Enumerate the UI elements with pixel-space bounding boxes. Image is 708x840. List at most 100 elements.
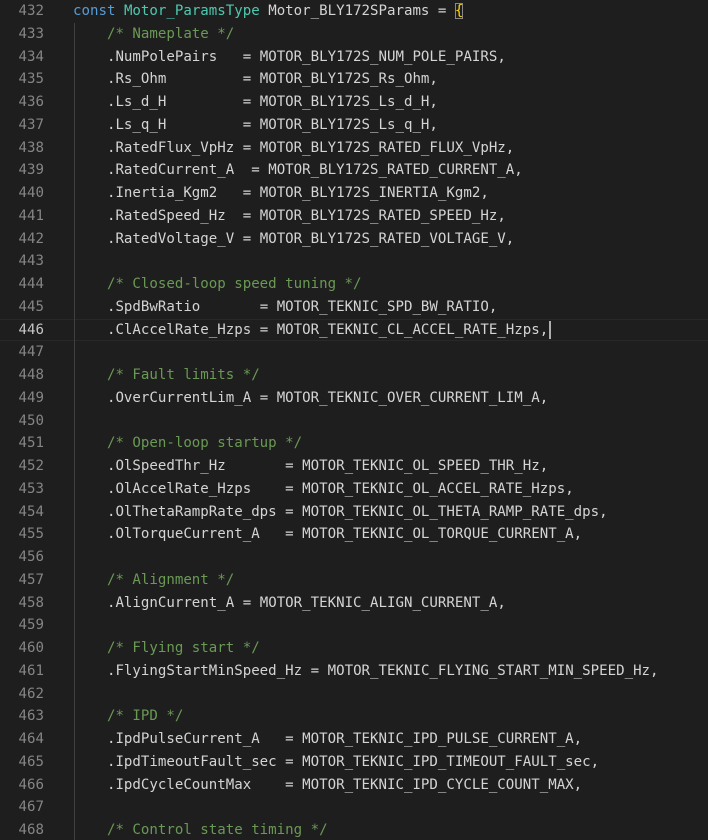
code-line[interactable]: 467 [0, 796, 708, 819]
alignment-padding [234, 231, 243, 247]
code-line[interactable]: 461 .FlyingStartMinSpeed_Hz = MOTOR_TEKN… [0, 659, 708, 683]
macro-value: MOTOR_BLY172S_INERTIA_Kgm2 [259, 185, 481, 201]
code-content: .OlTorqueCurrent_A = MOTOR_TEKNIC_OL_TOR… [73, 523, 582, 546]
line-number: 450 [18, 412, 44, 429]
code-line[interactable]: 468 /* Control state timing */ [0, 819, 708, 840]
code-line[interactable]: 459 [0, 614, 708, 637]
code-line[interactable]: 444 /* Closed-loop speed tuning */ [0, 273, 708, 296]
code-content: .Ls_d_H = MOTOR_BLY172S_Ls_d_H, [73, 91, 438, 114]
code-line[interactable]: 445 .SpdBwRatio = MOTOR_TEKNIC_SPD_BW_RA… [0, 295, 708, 319]
macro-value: MOTOR_TEKNIC_CL_ACCEL_RATE_Hzps [276, 321, 540, 338]
line-number: 452 [18, 458, 44, 474]
struct-member: .RatedCurrent_A [106, 162, 235, 179]
code-line[interactable]: 454 .OlThetaRampRate_dps = MOTOR_TEKNIC_… [0, 500, 708, 524]
struct-member: .AlignCurrent_A [106, 594, 235, 611]
struct-member: .SpdBwRatio [106, 298, 201, 315]
code-line[interactable]: 436 .Ls_d_H = MOTOR_BLY172S_Ls_d_H, [0, 91, 708, 114]
code-line-header[interactable]: 432 const Motor_ParamsType Motor_BLY172S… [0, 0, 708, 23]
code-line[interactable]: 451 /* Open-loop startup */ [0, 432, 708, 455]
struct-member: .NumPolePairs [106, 48, 218, 65]
code-lines: 433 /* Nameplate */434 .NumPolePairs = M… [0, 22, 708, 840]
code-content: .SpdBwRatio = MOTOR_TEKNIC_SPD_BW_RATIO, [73, 296, 497, 319]
line-number: 453 [18, 480, 44, 497]
code-line[interactable]: 465 .IpdTimeoutFault_sec = MOTOR_TEKNIC_… [0, 750, 708, 774]
code-comment: /* IPD */ [106, 708, 184, 725]
code-comment: /* Nameplate */ [106, 25, 235, 42]
macro-value: MOTOR_BLY172S_Ls_d_H [259, 94, 430, 110]
code-content: /* Alignment */ [73, 569, 234, 592]
code-line[interactable]: 440 .Inertia_Kgm2 = MOTOR_BLY172S_INERTI… [0, 182, 708, 205]
code-content: /* Fault limits */ [73, 364, 260, 387]
macro-value: MOTOR_TEKNIC_OL_SPEED_THR_Hz [302, 458, 540, 474]
code-comment: /* Flying start */ [106, 640, 260, 656]
line-number: 456 [18, 549, 44, 565]
code-line[interactable]: 448 /* Fault limits */ [0, 364, 708, 387]
struct-member: .Ls_q_H [106, 116, 167, 133]
code-comment: /* Fault limits */ [106, 367, 260, 383]
alignment-padding [251, 777, 285, 793]
struct-member: .RatedVoltage_V [106, 230, 235, 247]
alignment-padding [277, 754, 286, 770]
code-line-current[interactable]: 446 .ClAccelRate_Hzps = MOTOR_TEKNIC_CL_… [0, 318, 708, 342]
code-line[interactable]: 466 .IpdCycleCountMax = MOTOR_TEKNIC_IPD… [0, 773, 708, 797]
code-line[interactable]: 441 .RatedSpeed_Hz = MOTOR_BLY172S_RATED… [0, 204, 708, 228]
code-line[interactable]: 460 /* Flying start */ [0, 637, 708, 660]
code-line[interactable]: 453 .OlAccelRate_Hzps = MOTOR_TEKNIC_OL_… [0, 477, 708, 501]
code-line[interactable]: 439 .RatedCurrent_A = MOTOR_BLY172S_RATE… [0, 159, 708, 182]
code-content: .OverCurrentLim_A = MOTOR_TEKNIC_OVER_CU… [73, 387, 548, 410]
line-number: 444 [18, 276, 44, 292]
line-number: 437 [18, 116, 44, 133]
code-line[interactable]: 457 /* Alignment */ [0, 568, 708, 592]
code-line[interactable]: 438 .RatedFlux_VpHz = MOTOR_BLY172S_RATE… [0, 136, 708, 160]
code-line[interactable]: 455 .OlTorqueCurrent_A = MOTOR_TEKNIC_OL… [0, 523, 708, 546]
code-line[interactable]: 458 .AlignCurrent_A = MOTOR_TEKNIC_ALIGN… [0, 591, 708, 615]
code-editor[interactable]: 432 const Motor_ParamsType Motor_BLY172S… [0, 0, 708, 840]
code-line[interactable]: 462 [0, 682, 708, 706]
indent-guide [74, 682, 75, 706]
indent-guide [74, 614, 75, 637]
code-content: /* Open-loop startup */ [73, 432, 302, 455]
macro-value: MOTOR_TEKNIC_OL_THETA_RAMP_RATE_dps [302, 503, 600, 520]
code-line[interactable]: 463 /* IPD */ [0, 705, 708, 728]
code-line[interactable]: 450 [0, 409, 708, 433]
struct-member: .IpdTimeoutFault_sec [106, 753, 277, 770]
line-number: 461 [18, 662, 44, 679]
code-line[interactable]: 452 .OlSpeedThr_Hz = MOTOR_TEKNIC_OL_SPE… [0, 455, 708, 478]
code-line[interactable]: 456 [0, 546, 708, 569]
code-line[interactable]: 449 .OverCurrentLim_A = MOTOR_TEKNIC_OVE… [0, 386, 708, 410]
code-line[interactable]: 437 .Ls_q_H = MOTOR_BLY172S_Ls_q_H, [0, 113, 708, 137]
line-number: 467 [18, 799, 44, 816]
struct-member: .RatedFlux_VpHz [106, 139, 235, 156]
code-line[interactable]: 464 .IpdPulseCurrent_A = MOTOR_TEKNIC_IP… [0, 728, 708, 751]
code-line[interactable]: 435 .Rs_Ohm = MOTOR_BLY172S_Rs_Ohm, [0, 68, 708, 91]
code-line[interactable]: 447 [0, 341, 708, 364]
code-line[interactable]: 442 .RatedVoltage_V = MOTOR_BLY172S_RATE… [0, 227, 708, 251]
struct-member: .Ls_d_H [106, 94, 167, 110]
line-number: 466 [18, 776, 44, 793]
struct-member: .ClAccelRate_Hzps [106, 321, 252, 338]
indent-guide [74, 341, 75, 364]
line-number: 436 [18, 94, 44, 110]
code-content: .RatedFlux_VpHz = MOTOR_BLY172S_RATED_FL… [73, 137, 514, 160]
code-line[interactable]: 434 .NumPolePairs = MOTOR_BLY172S_NUM_PO… [0, 45, 708, 69]
line-number: 435 [18, 71, 44, 88]
alignment-padding [234, 595, 243, 611]
code-line[interactable]: 433 /* Nameplate */ [0, 22, 708, 46]
indent-guide [74, 409, 75, 433]
code-line[interactable]: 443 [0, 250, 708, 273]
line-number: 448 [18, 367, 44, 383]
line-number: 455 [18, 526, 44, 543]
macro-value: MOTOR_TEKNIC_IPD_CYCLE_COUNT_MAX [302, 776, 574, 793]
code-content: .RatedCurrent_A = MOTOR_BLY172S_RATED_CU… [73, 159, 523, 182]
alignment-padding [166, 71, 242, 87]
line-number: 464 [18, 731, 44, 747]
